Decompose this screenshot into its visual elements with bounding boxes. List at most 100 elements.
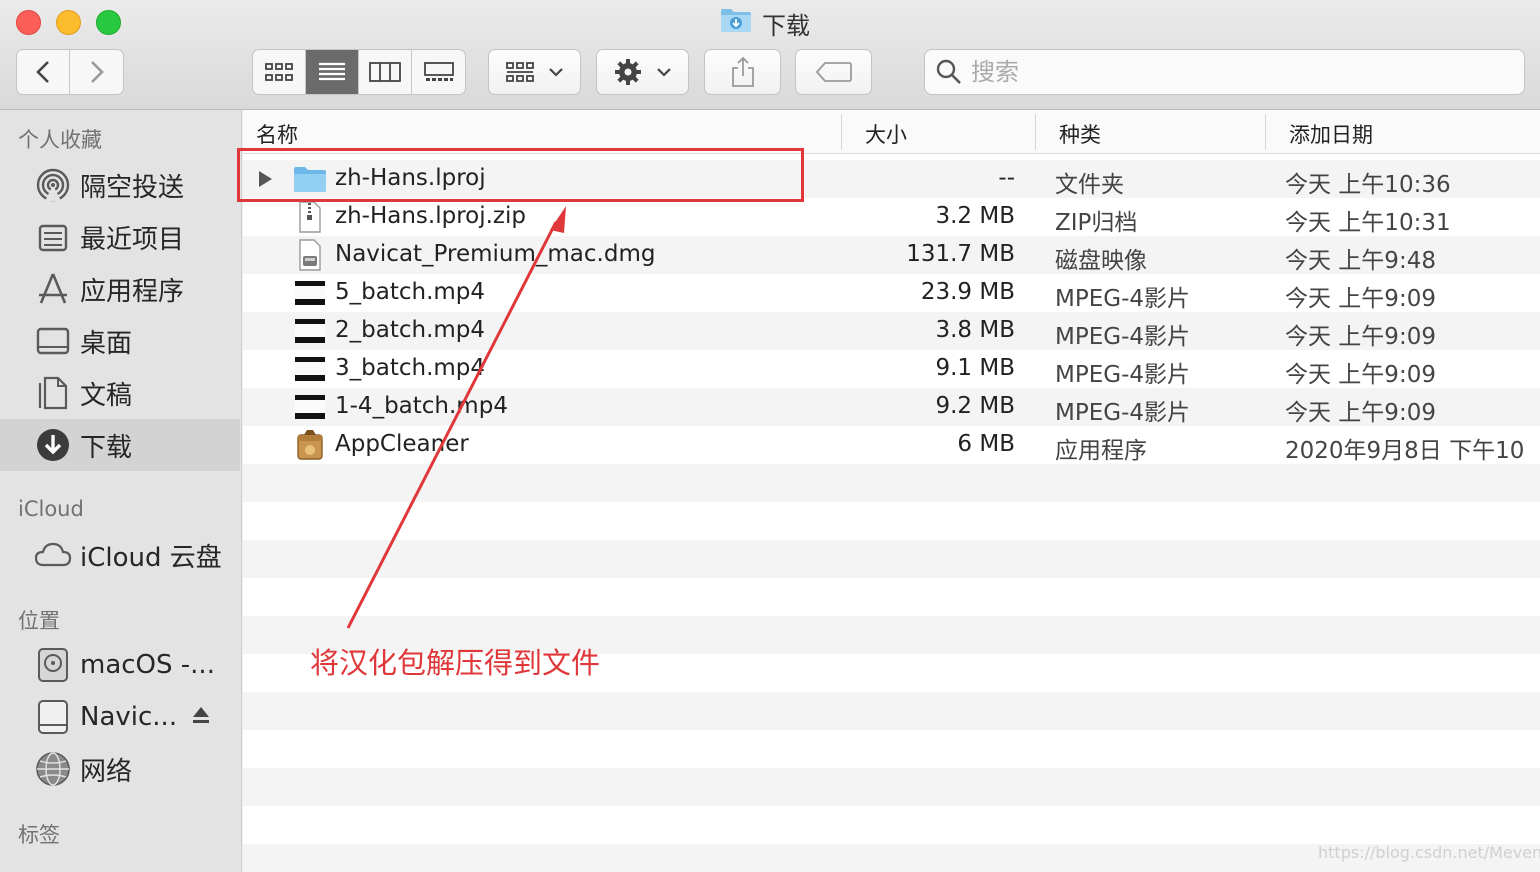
minimize-window-button[interactable] — [56, 10, 81, 35]
file-date-added: 今天 上午9:09 — [1285, 362, 1436, 388]
hard-disk-icon — [34, 646, 72, 684]
window-title: 下载 — [720, 6, 810, 40]
file-kind: MPEG-4影片 — [1055, 400, 1191, 426]
file-row[interactable]: 2_batch.mp4 3.8 MB MPEG-4影片 今天 上午9:09 — [243, 312, 1540, 350]
downloads-icon — [34, 426, 72, 464]
column-divider[interactable] — [1035, 114, 1036, 150]
documents-icon — [34, 374, 72, 412]
sidebar-header-icloud: iCloud — [18, 497, 84, 521]
sidebar-item-icloud-drive[interactable]: iCloud 云盘 — [0, 529, 240, 581]
applications-icon — [34, 270, 72, 308]
list-view-button[interactable] — [306, 50, 359, 94]
icon-view-button[interactable] — [253, 50, 306, 94]
sidebar: 个人收藏 隔空投送 最近项目 应用程序 桌面 文稿 下载 iCloud iClo… — [0, 110, 242, 872]
file-date-added: 今天 上午9:09 — [1285, 400, 1436, 426]
group-by-button[interactable] — [488, 49, 581, 95]
file-name: 2_batch.mp4 — [335, 317, 486, 343]
sidebar-item-network[interactable]: 网络 — [0, 743, 240, 795]
file-row[interactable]: 1-4_batch.mp4 9.2 MB MPEG-4影片 今天 上午9:09 — [243, 388, 1540, 426]
search-input[interactable] — [971, 58, 1491, 86]
row-stripe — [243, 464, 1540, 502]
column-header-date-added[interactable]: 添加日期 — [1289, 119, 1373, 149]
sidebar-item-recents[interactable]: 最近项目 — [0, 211, 240, 263]
column-header-name[interactable]: 名称 — [256, 119, 298, 149]
column-view-icon — [369, 62, 401, 82]
eject-icon — [193, 707, 210, 723]
zoom-window-button[interactable] — [96, 10, 121, 35]
watermark-text: https://blog.csdn.net/Meven57 — [1318, 843, 1540, 862]
sidebar-item-label: Navic... — [80, 702, 178, 732]
sidebar-item-label: macOS -... — [80, 650, 215, 680]
file-kind: MPEG-4影片 — [1055, 286, 1191, 312]
sidebar-item-downloads[interactable]: 下载 — [0, 419, 240, 471]
file-name: AppCleaner — [335, 431, 469, 457]
file-size: 131.7 MB — [906, 241, 1015, 267]
file-size: 23.9 MB — [920, 279, 1015, 305]
navigation-buttons — [16, 49, 124, 95]
file-row[interactable]: 5_batch.mp4 23.9 MB MPEG-4影片 今天 上午9:09 — [243, 274, 1540, 312]
network-globe-icon — [34, 750, 72, 788]
sidebar-header-locations: 位置 — [18, 609, 60, 633]
file-row[interactable]: AppCleaner 6 MB 应用程序 2020年9月8日 下午10 — [243, 426, 1540, 464]
file-size: 9.2 MB — [935, 393, 1015, 419]
column-header-kind[interactable]: 种类 — [1059, 119, 1101, 149]
file-kind: MPEG-4影片 — [1055, 324, 1191, 350]
sidebar-item-label: 文稿 — [80, 380, 133, 411]
file-date-added: 2020年9月8日 下午10 — [1285, 438, 1525, 464]
list-view-icon — [319, 62, 345, 81]
title-bar: 下载 — [0, 0, 1540, 110]
search-field[interactable] — [924, 49, 1525, 95]
file-kind: 文件夹 — [1055, 172, 1124, 198]
close-window-button[interactable] — [16, 10, 41, 35]
group-by-icon — [505, 62, 534, 82]
video-thumbnail-icon — [293, 315, 327, 347]
desktop-icon — [34, 322, 72, 360]
row-stripe — [243, 540, 1540, 578]
sidebar-item-label: 网络 — [80, 756, 133, 787]
sidebar-item-label: 桌面 — [80, 328, 133, 359]
column-divider[interactable] — [841, 114, 842, 150]
cloud-icon — [34, 536, 72, 574]
file-date-added: 今天 上午10:36 — [1285, 172, 1451, 198]
tag-button[interactable] — [795, 49, 872, 95]
chevron-down-icon — [548, 68, 563, 77]
share-icon — [731, 56, 754, 87]
forward-button[interactable] — [70, 50, 123, 94]
column-divider[interactable] — [1265, 114, 1266, 150]
file-size: 3.8 MB — [935, 317, 1015, 343]
disk-image-icon — [34, 698, 72, 736]
sidebar-item-navicat-disk[interactable]: Navic... — [0, 691, 240, 743]
airdrop-icon — [34, 166, 72, 204]
dmg-file-icon — [293, 239, 327, 271]
gear-icon — [614, 59, 641, 85]
eject-button[interactable] — [191, 702, 211, 732]
column-view-button[interactable] — [359, 50, 412, 94]
sidebar-item-label: 应用程序 — [80, 276, 185, 307]
gallery-view-button[interactable] — [412, 50, 465, 94]
video-thumbnail-icon — [293, 391, 327, 423]
sidebar-item-label: 最近项目 — [80, 224, 185, 255]
sidebar-item-desktop[interactable]: 桌面 — [0, 315, 240, 367]
back-button[interactable] — [17, 50, 70, 94]
sidebar-item-macos-disk[interactable]: macOS -... — [0, 639, 240, 691]
annotation-text: 将汉化包解压得到文件 — [310, 646, 601, 680]
tag-icon — [815, 62, 852, 82]
highlight-box — [237, 148, 804, 202]
file-size: 9.1 MB — [935, 355, 1015, 381]
share-button[interactable] — [704, 49, 781, 95]
sidebar-item-airdrop[interactable]: 隔空投送 — [0, 159, 240, 211]
file-size: 3.2 MB — [935, 203, 1015, 229]
column-header-size[interactable]: 大小 — [865, 119, 907, 149]
sidebar-item-label: 隔空投送 — [80, 172, 185, 203]
file-name: zh-Hans.lproj.zip — [335, 203, 526, 229]
file-list: 名称 大小 种类 添加日期 zh-Hans.lproj -- 文件夹 今天 上午… — [243, 110, 1540, 872]
file-row[interactable]: Navicat_Premium_mac.dmg 131.7 MB 磁盘映像 今天… — [243, 236, 1540, 274]
file-row[interactable]: zh-Hans.lproj.zip 3.2 MB ZIP归档 今天 上午10:3… — [243, 198, 1540, 236]
action-menu-button[interactable] — [596, 49, 689, 95]
sidebar-item-applications[interactable]: 应用程序 — [0, 263, 240, 315]
file-row[interactable]: 3_batch.mp4 9.1 MB MPEG-4影片 今天 上午9:09 — [243, 350, 1540, 388]
file-size: -- — [998, 165, 1015, 191]
sidebar-item-documents[interactable]: 文稿 — [0, 367, 240, 419]
row-stripe — [243, 692, 1540, 730]
gallery-view-icon — [423, 62, 454, 81]
